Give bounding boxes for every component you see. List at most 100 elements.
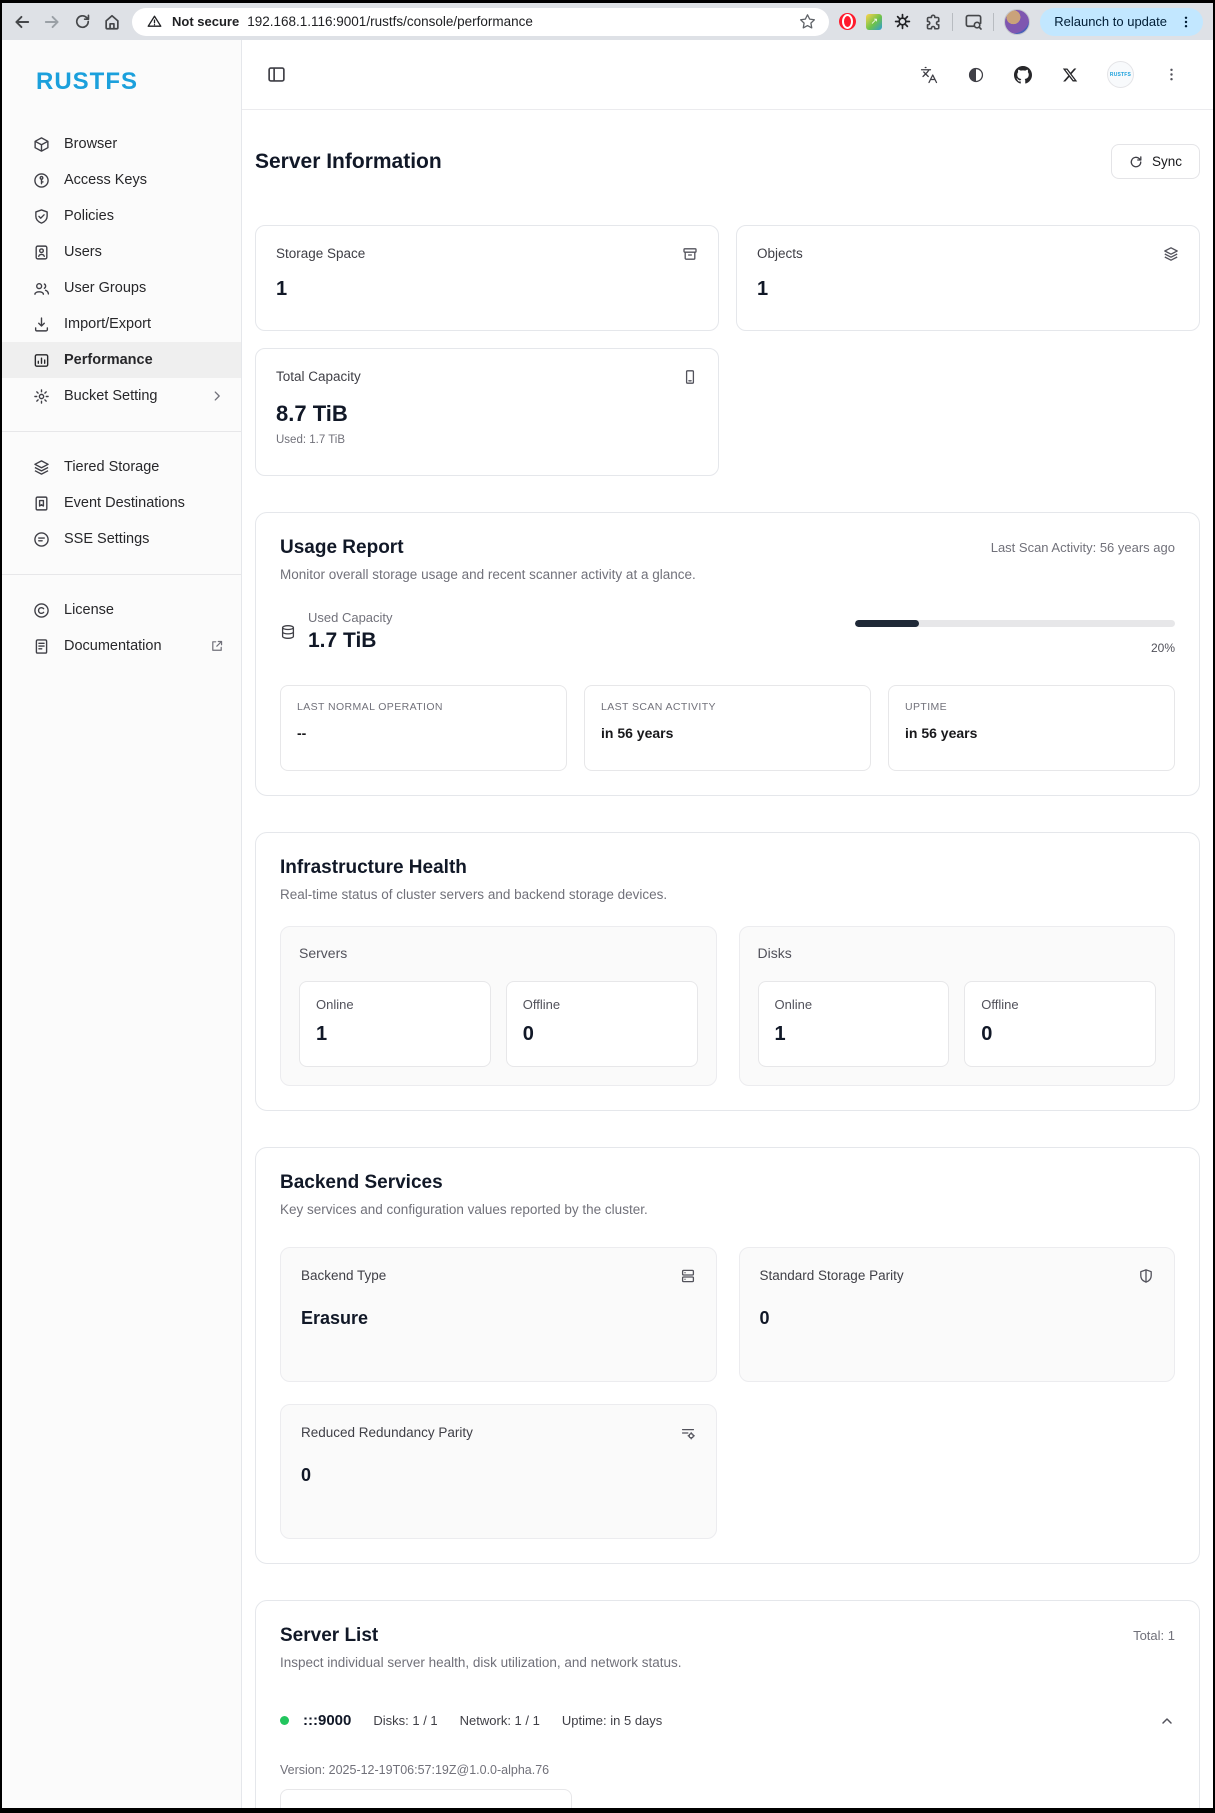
rustfs-badge-icon[interactable]: RUSTFS [1107, 61, 1134, 88]
app-shell: RUSTFS Browser Access Keys Policies User… [2, 40, 1213, 1808]
sidebar-item-label: Access Keys [64, 172, 147, 188]
sidebar-item-label: Performance [64, 352, 153, 368]
page-content: Server Information Sync Storage Space 1 [242, 110, 1213, 1808]
backend-services-section: Backend Services Key services and config… [255, 1147, 1200, 1564]
standard-storage-parity-card: Standard Storage Parity 0 [739, 1247, 1176, 1382]
gear-icon [33, 388, 50, 405]
extensions-puzzle-icon[interactable] [922, 12, 942, 32]
sync-label: Sync [1152, 154, 1182, 169]
back-button[interactable] [12, 12, 32, 32]
disks-online-cell: Online 1 [758, 981, 950, 1067]
server-icon [680, 1268, 696, 1284]
section-title: Infrastructure Health [280, 857, 1175, 879]
section-subtitle: Key services and configuration values re… [280, 1202, 1175, 1217]
home-button[interactable] [102, 12, 122, 32]
cell-label: Offline [981, 997, 1139, 1012]
sidebar-item-tiered-storage[interactable]: Tiered Storage [2, 449, 241, 485]
card-value: 8.7 TiB [276, 401, 698, 427]
card-value: 0 [760, 1308, 1155, 1329]
card-subvalue: Used: 1.7 TiB [276, 434, 698, 446]
sidebar-item-policies[interactable]: Policies [2, 198, 241, 234]
sidebar-item-browser[interactable]: Browser [2, 126, 241, 162]
url-text: 192.168.1.116:9001/rustfs/console/perfor… [247, 14, 789, 29]
adblock-extension-icon[interactable] [839, 13, 856, 30]
x-twitter-icon[interactable] [1060, 65, 1080, 85]
bookmark-star-icon[interactable] [797, 12, 817, 32]
language-icon[interactable] [919, 65, 939, 85]
sidebar-item-documentation[interactable]: Documentation [2, 628, 241, 664]
theme-toggle-icon[interactable] [966, 65, 986, 85]
relaunch-to-update-button[interactable]: Relaunch to update [1040, 8, 1203, 36]
sidebar-item-event-destinations[interactable]: Event Destinations [2, 485, 241, 521]
sidebar-item-label: Tiered Storage [64, 459, 159, 475]
settings-gear-extension-icon[interactable] [892, 12, 912, 32]
used-capacity-label: Used Capacity [308, 610, 393, 625]
chevron-right-icon [208, 388, 225, 405]
servers-group: Servers Online 1 Offline 0 [280, 926, 717, 1086]
hard-drive-icon [682, 369, 698, 385]
sidebar-item-label: SSE Settings [64, 531, 149, 547]
server-network: Network: 1 / 1 [460, 1713, 540, 1728]
address-bar[interactable]: Not secure 192.168.1.116:9001/rustfs/con… [132, 8, 829, 36]
server-total: Total: 1 [1133, 1625, 1175, 1643]
card-value: 0 [301, 1465, 696, 1486]
not-secure-warning-icon[interactable] [144, 12, 164, 32]
copyright-icon [33, 602, 50, 619]
toolbar-divider [952, 13, 953, 31]
main-area: RUSTFS Server Information Sync [242, 40, 1213, 1808]
storage-space-card: Storage Space 1 [255, 225, 719, 331]
sidebar-item-user-groups[interactable]: User Groups [2, 270, 241, 306]
stat-value: in 56 years [905, 725, 1158, 741]
toolbar-divider [993, 13, 994, 31]
sidebar-item-users[interactable]: Users [2, 234, 241, 270]
github-icon[interactable] [1013, 65, 1033, 85]
sidebar-item-performance[interactable]: Performance [2, 342, 241, 378]
refresh-icon [1129, 155, 1143, 169]
sidebar-item-label: Users [64, 244, 102, 260]
chevron-up-icon[interactable] [1159, 1713, 1175, 1729]
sidebar-divider [2, 574, 241, 575]
backend-type-card: Backend Type Erasure [280, 1247, 717, 1382]
server-disks: Disks: 1 / 1 [373, 1713, 437, 1728]
servers-offline-cell: Offline 0 [506, 981, 698, 1067]
sidebar-item-import-export[interactable]: Import/Export [2, 306, 241, 342]
disks-group: Disks Online 1 Offline 0 [739, 926, 1176, 1086]
rustfs-logo: RUSTFS [2, 68, 241, 126]
objects-card: Objects 1 [736, 225, 1200, 331]
card-label: Objects [757, 246, 803, 261]
capture-extension-icon[interactable]: ↗ [866, 14, 882, 30]
sidebar-item-label: Documentation [64, 638, 162, 654]
infrastructure-health-section: Infrastructure Health Real-time status o… [255, 832, 1200, 1111]
forward-button[interactable] [42, 12, 62, 32]
sidebar-item-bucket-setting[interactable]: Bucket Setting [2, 378, 241, 414]
sidebar-item-access-keys[interactable]: Access Keys [2, 162, 241, 198]
sidebar-item-label: Policies [64, 208, 114, 224]
browser-menu-dots-icon[interactable] [1179, 14, 1193, 30]
section-title: Server List [280, 1625, 378, 1647]
profile-avatar[interactable] [1004, 9, 1030, 35]
bar-chart-icon [33, 352, 50, 369]
sidebar: RUSTFS Browser Access Keys Policies User… [2, 40, 242, 1808]
server-list-section: Server List Total: 1 Inspect individual … [255, 1600, 1200, 1808]
sidebar-item-license[interactable]: License [2, 592, 241, 628]
servers-online-cell: Online 1 [299, 981, 491, 1067]
server-row[interactable]: :::9000 Disks: 1 / 1 Network: 1 / 1 Upti… [280, 1712, 1175, 1729]
sync-button[interactable]: Sync [1111, 144, 1200, 179]
sidebar-toggle-icon[interactable] [266, 65, 286, 85]
reload-button[interactable] [72, 12, 92, 32]
more-menu-dots-icon[interactable] [1161, 65, 1181, 85]
card-label: Standard Storage Parity [760, 1268, 904, 1283]
usage-report-section: Usage Report Last Scan Activity: 56 year… [255, 512, 1200, 796]
page-title: Server Information [255, 150, 442, 174]
sidebar-item-sse-settings[interactable]: SSE Settings [2, 521, 241, 557]
group-label: Disks [758, 945, 1157, 961]
sliders-gear-icon [680, 1425, 696, 1441]
disk-capacity: 1.7 TiB / 8.7 TiB [297, 1806, 555, 1808]
total-capacity-card: Total Capacity 8.7 TiB Used: 1.7 TiB [255, 348, 719, 476]
key-round-icon [33, 172, 50, 189]
stat-label: LAST NORMAL OPERATION [297, 701, 550, 713]
screen-search-icon[interactable] [963, 12, 983, 32]
browser-toolbar: Not secure 192.168.1.116:9001/rustfs/con… [2, 3, 1213, 40]
sidebar-item-label: User Groups [64, 280, 146, 296]
cell-value: 0 [523, 1023, 681, 1046]
